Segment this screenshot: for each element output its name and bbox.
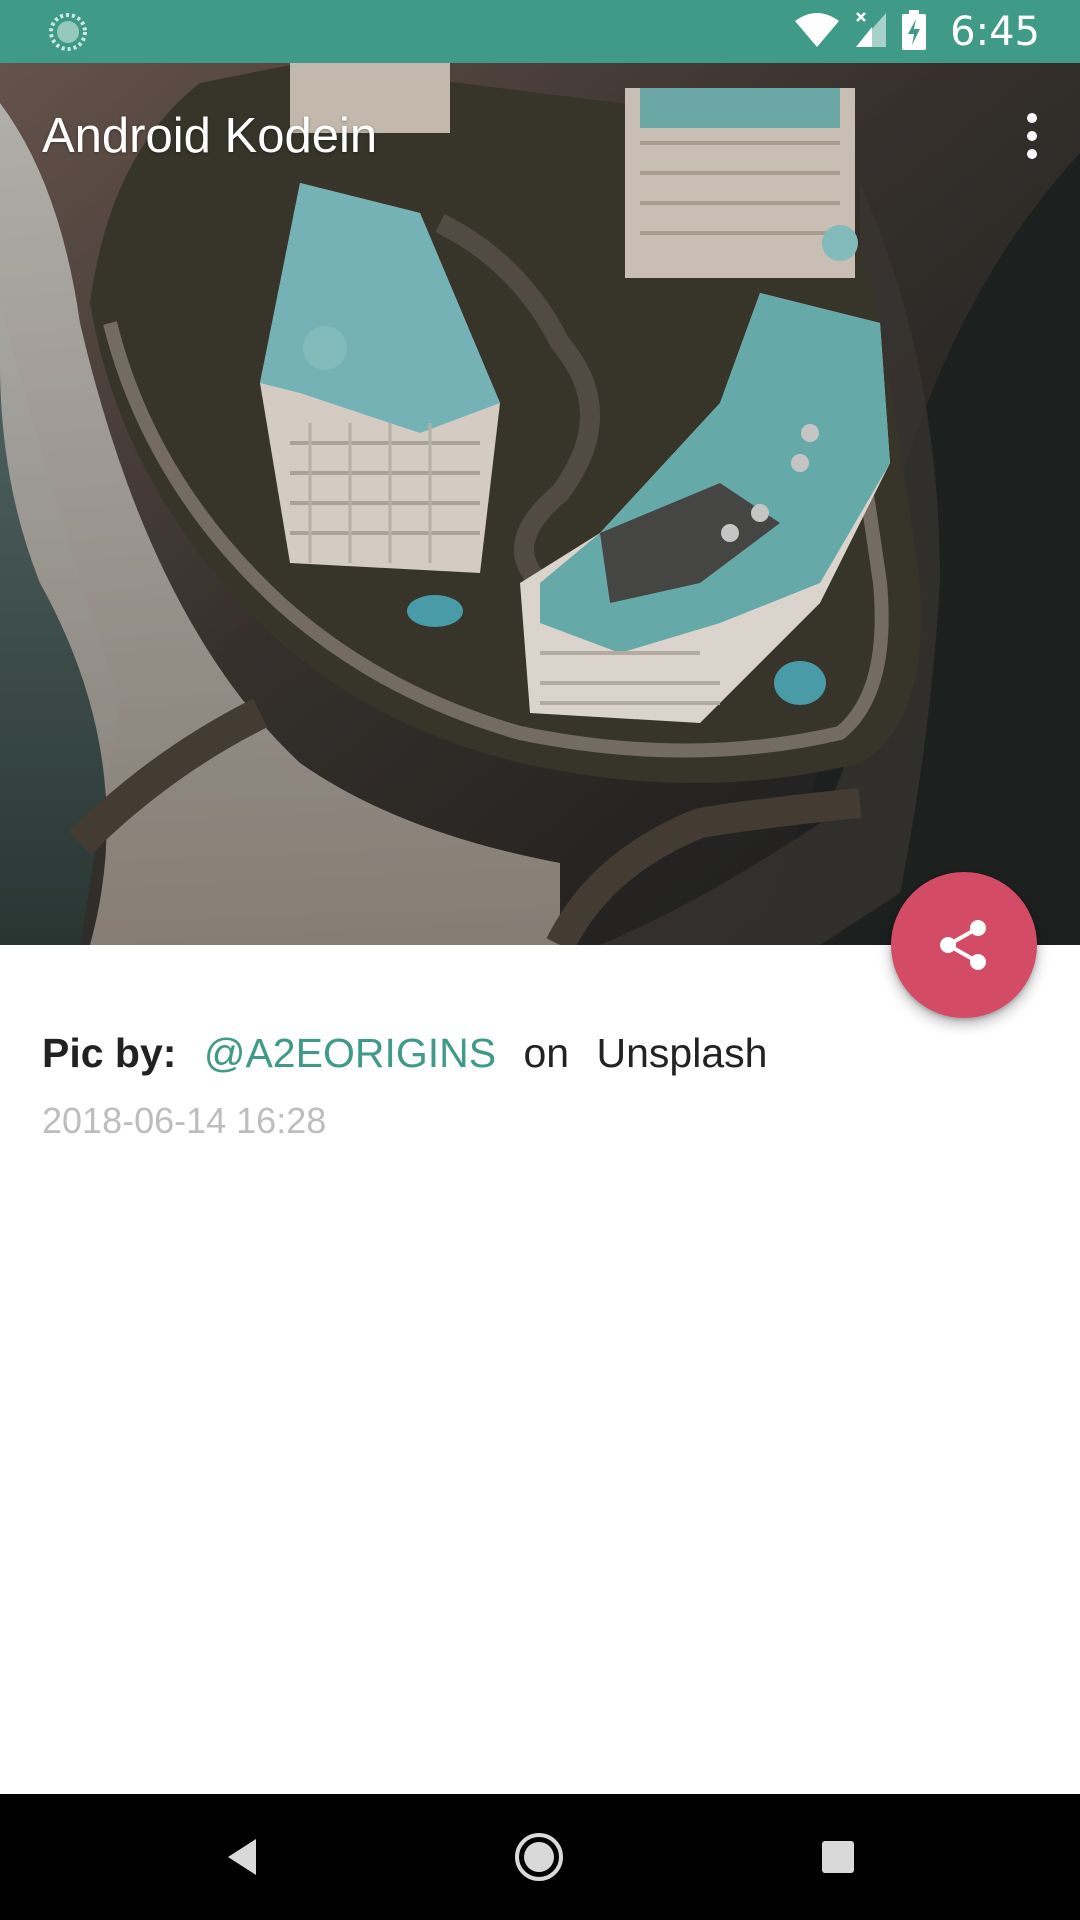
status-icons: 6:45: [794, 0, 1040, 63]
navigation-bar: [0, 1794, 1080, 1920]
share-icon: [940, 920, 986, 970]
recents-icon[interactable]: [800, 1819, 876, 1895]
credit-connector: on: [523, 1030, 570, 1076]
site-link[interactable]: Unsplash: [597, 1030, 768, 1076]
home-icon[interactable]: [501, 1819, 577, 1895]
author-link[interactable]: @A2EORIGINS: [204, 1030, 496, 1076]
hero-photo: [0, 63, 1080, 945]
wifi-icon: [794, 11, 840, 53]
photo-credit: Pic by: @A2EORIGINS on Unsplash: [42, 1030, 767, 1077]
toolbar-title: Android Kodein: [42, 109, 378, 163]
back-icon[interactable]: [204, 1819, 280, 1895]
overflow-menu-icon[interactable]: [1004, 106, 1060, 166]
share-button[interactable]: [891, 872, 1037, 1018]
signal-icon: [854, 11, 888, 53]
photo-detail-screen: 6:45 Android Kodein Pic by: @A2EORIGINS …: [0, 0, 1080, 1920]
sync-icon: [48, 12, 88, 52]
status-bar: 6:45: [0, 0, 1080, 63]
photo-timestamp: 2018-06-14 16:28: [42, 1100, 327, 1141]
credit-label: Pic by:: [42, 1030, 177, 1076]
battery-charging-icon: [902, 9, 927, 54]
status-time: 6:45: [950, 8, 1040, 55]
